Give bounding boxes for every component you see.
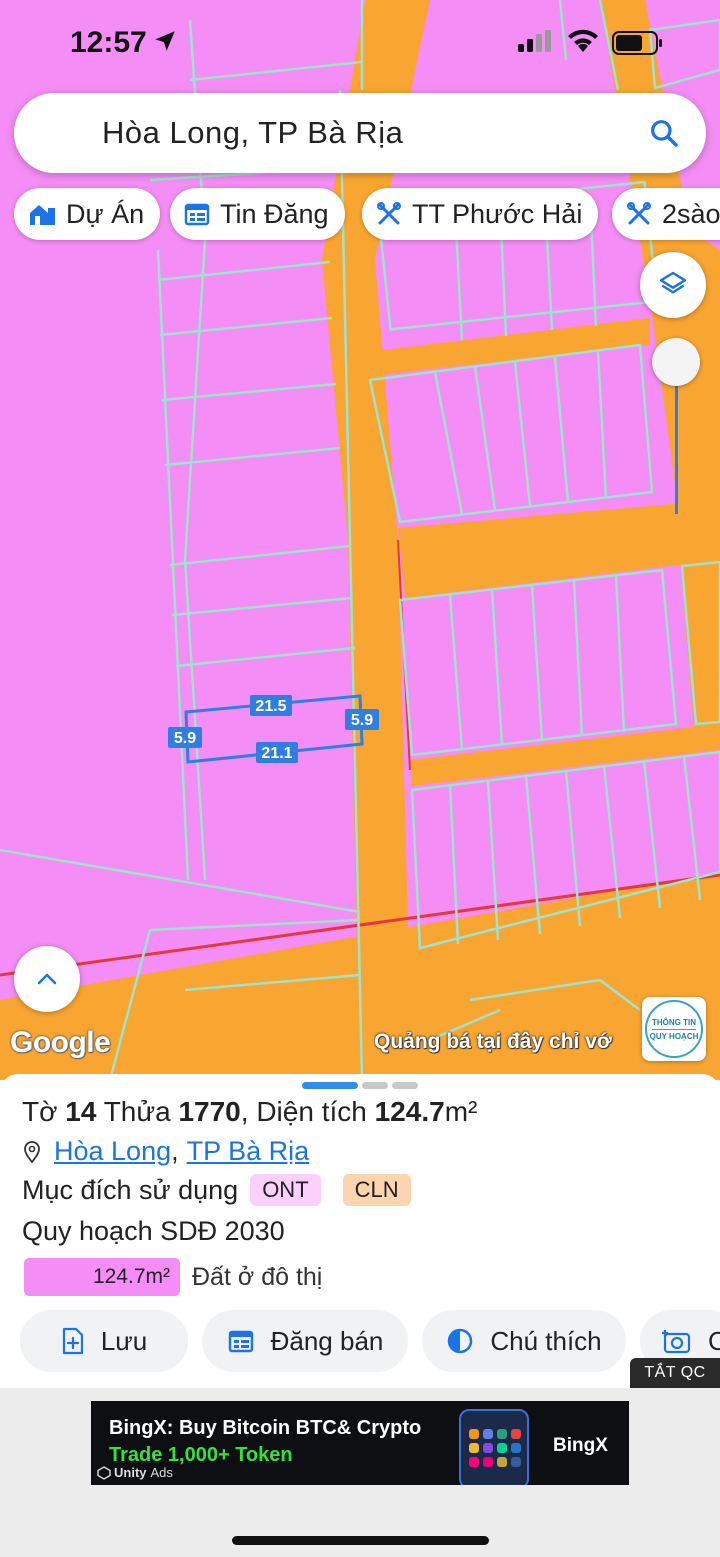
measure-right: 5.9 bbox=[351, 712, 373, 729]
unity-logo-icon bbox=[97, 1465, 111, 1480]
chip-2sao[interactable]: 2sào bbox=[612, 188, 720, 240]
measure-bottom: 21.1 bbox=[261, 745, 292, 762]
calendar-icon bbox=[184, 203, 210, 226]
location-separator: , bbox=[171, 1136, 179, 1166]
parcel-title: Tờ 14 Thửa 1770, Diện tích 124.7m² bbox=[22, 1096, 477, 1128]
plan-type: Đất ở đô thị bbox=[192, 1262, 323, 1291]
label-area: , Diện tích bbox=[240, 1096, 367, 1127]
status-bar: 12:57 bbox=[0, 0, 720, 90]
ad-area: BingX: Buy Bitcoin BTC& Crypto Trade 1,0… bbox=[0, 1388, 720, 1557]
chevron-up-icon bbox=[37, 973, 57, 985]
label-thua: Thửa bbox=[103, 1096, 171, 1127]
cellular-signal-icon bbox=[518, 30, 551, 52]
action-buttons: Lưu Đăng bán Chú thích C bbox=[0, 1310, 720, 1372]
home-indicator[interactable] bbox=[232, 1536, 489, 1545]
layers-icon bbox=[659, 271, 687, 294]
house-icon bbox=[30, 205, 55, 225]
sheet-number: 14 bbox=[65, 1096, 97, 1127]
google-attribution: Google bbox=[10, 1026, 111, 1059]
unity-ads-label: Unity Ads bbox=[97, 1465, 173, 1480]
save-button[interactable]: Lưu bbox=[20, 1310, 188, 1372]
logo-ring: THÔNG TIN QUY HOẠCH bbox=[645, 1000, 703, 1058]
measure-top: 21.5 bbox=[255, 698, 286, 715]
parcel-number: 1770 bbox=[178, 1096, 241, 1127]
opacity-slider-handle[interactable] bbox=[652, 338, 700, 386]
crossed-tools-icon bbox=[377, 202, 401, 225]
search-bar[interactable]: Hòa Long, TP Bà Rịa bbox=[14, 93, 706, 173]
location-commune-link[interactable]: Hòa Long bbox=[54, 1136, 171, 1167]
layers-button[interactable] bbox=[640, 252, 706, 318]
area-unit: m² bbox=[444, 1096, 478, 1127]
status-time: 12:57 bbox=[70, 26, 147, 59]
page-indicator[interactable] bbox=[392, 1082, 418, 1089]
bingx-brand: BingX bbox=[553, 1435, 608, 1456]
disable-ads-button[interactable]: TẮT QC bbox=[630, 1358, 720, 1388]
search-input[interactable]: Hòa Long, TP Bà Rịa bbox=[102, 115, 403, 151]
chip-tin-dang[interactable]: Tin Đăng bbox=[170, 188, 345, 240]
logo-line2: QUY HOẠCH bbox=[649, 1031, 699, 1041]
app-grid bbox=[469, 1429, 521, 1467]
ads-text: Ads bbox=[150, 1465, 173, 1480]
expand-button[interactable] bbox=[14, 946, 80, 1012]
chip-label: TT Phước Hải bbox=[412, 198, 583, 229]
save-label: Lưu bbox=[100, 1325, 148, 1356]
filter-chips: Dự Án Tin Đăng TT Phước Hải 2sào bbox=[0, 188, 720, 242]
logo-line1: THÔNG TIN bbox=[652, 1017, 696, 1027]
post-sale-label: Đăng bán bbox=[270, 1325, 384, 1356]
battery-icon bbox=[612, 31, 662, 55]
chip-label: 2sào bbox=[662, 198, 720, 229]
location-arrow-icon bbox=[155, 31, 175, 51]
wifi-icon bbox=[568, 29, 598, 52]
camera-icon bbox=[662, 1330, 691, 1354]
chip-label: Tin Đăng bbox=[220, 198, 329, 229]
opacity-slider-track[interactable] bbox=[675, 380, 678, 514]
location-city-link[interactable]: TP Bà Rịa bbox=[187, 1136, 310, 1167]
thong-tin-quy-hoach-logo[interactable]: THÔNG TIN QUY HOẠCH bbox=[642, 997, 706, 1061]
measure-left: 5.9 bbox=[174, 730, 196, 747]
chip-label: Dự Án bbox=[66, 198, 145, 229]
unity-text: Unity bbox=[114, 1465, 147, 1480]
legend-button[interactable]: Chú thích bbox=[422, 1310, 626, 1372]
legend-label: Chú thích bbox=[490, 1325, 602, 1356]
parcel-location: Hòa Long , TP Bà Rịa bbox=[22, 1136, 309, 1167]
plan-label: Quy hoạch SDĐ 2030 bbox=[22, 1216, 285, 1246]
land-use-purpose: Mục đích sử dụng ONT CLN bbox=[22, 1174, 411, 1206]
page-indicator-active[interactable] bbox=[302, 1082, 358, 1089]
camera-label: C bbox=[708, 1325, 720, 1356]
contrast-icon bbox=[448, 1328, 473, 1354]
plan-row: 124.7m² Đất ở đô thị bbox=[24, 1258, 322, 1296]
ad-line2: Trade 1,000+ Token bbox=[109, 1444, 293, 1466]
chip-du-an[interactable]: Dự Án bbox=[14, 188, 161, 240]
map-ad-text[interactable]: Quảng bá tại đây chỉ vớ bbox=[374, 1030, 642, 1054]
purpose-label: Mục đích sử dụng bbox=[22, 1174, 239, 1205]
chip-tt-phuoc-hai[interactable]: TT Phước Hải bbox=[362, 188, 599, 240]
post-sale-button[interactable]: Đăng bán bbox=[202, 1310, 408, 1372]
purpose-tag-cln[interactable]: CLN bbox=[342, 1174, 411, 1206]
search-icon[interactable] bbox=[648, 117, 680, 149]
purpose-tag-ont[interactable]: ONT bbox=[250, 1174, 321, 1206]
map-pin-icon bbox=[24, 1140, 40, 1163]
label-to: Tờ bbox=[22, 1096, 58, 1127]
logo-divider bbox=[652, 1028, 696, 1030]
parcel-area: 124.7 bbox=[374, 1096, 445, 1127]
plan-area-swatch: 124.7m² bbox=[24, 1258, 180, 1296]
page-indicator[interactable] bbox=[362, 1082, 388, 1089]
ad-line1: BingX: Buy Bitcoin BTC& Crypto bbox=[109, 1417, 422, 1439]
crossed-tools-icon bbox=[627, 202, 651, 225]
parcel-info-panel[interactable]: Tờ 14 Thửa 1770, Diện tích 124.7m² Hòa L… bbox=[0, 1074, 720, 1388]
phone-graphic bbox=[459, 1409, 529, 1485]
ad-banner[interactable]: BingX: Buy Bitcoin BTC& Crypto Trade 1,0… bbox=[91, 1401, 629, 1485]
save-doc-icon bbox=[62, 1327, 83, 1355]
calendar-icon bbox=[228, 1330, 253, 1353]
